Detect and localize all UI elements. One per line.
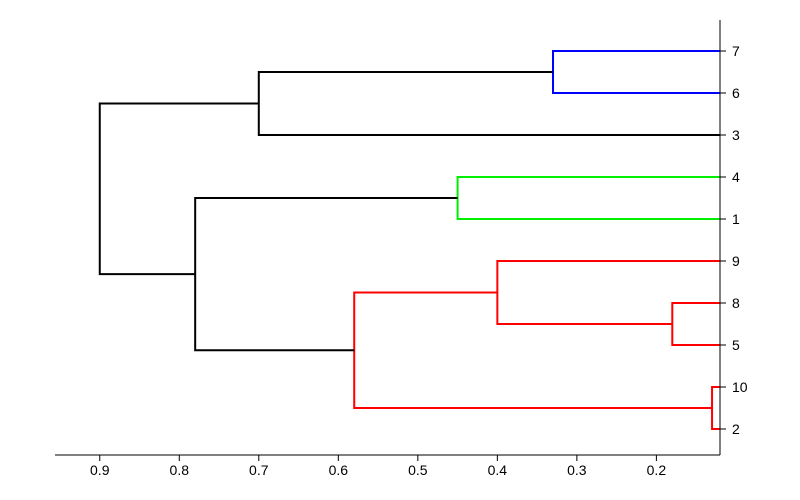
dendro-link <box>553 51 720 93</box>
dendro-link <box>672 303 720 345</box>
x-tick-label: 0.2 <box>647 462 667 478</box>
axes: 0.9 0.8 0.7 0.6 0.5 0.4 0.3 0.2 7 6 3 4 1 9 8 5 10 2 <box>55 20 748 478</box>
x-tick-label: 0.5 <box>408 462 428 478</box>
leaf-label: 1 <box>732 211 740 227</box>
dendro-link <box>195 198 457 350</box>
leaf-label: 6 <box>732 85 740 101</box>
x-tick-label: 0.3 <box>567 462 587 478</box>
leaf-label: 9 <box>732 253 740 269</box>
leaf-label: 7 <box>732 43 740 59</box>
leaf-label: 2 <box>732 421 740 437</box>
x-tick-label: 0.4 <box>488 462 508 478</box>
plot-area <box>100 51 720 429</box>
dendro-link <box>458 177 720 219</box>
x-tick-label: 0.8 <box>170 462 190 478</box>
leaf-label: 5 <box>732 337 740 353</box>
dendro-link <box>497 261 720 324</box>
dendro-link <box>259 72 720 135</box>
leaf-label: 8 <box>732 295 740 311</box>
x-tick-label: 0.7 <box>249 462 269 478</box>
dendro-link <box>712 387 720 429</box>
leaf-label: 4 <box>732 169 740 185</box>
dendro-link <box>354 293 712 409</box>
x-tick-label: 0.6 <box>329 462 349 478</box>
x-tick-label: 0.9 <box>90 462 110 478</box>
leaf-label: 3 <box>732 127 740 143</box>
leaf-label: 10 <box>732 379 748 395</box>
dendrogram-plot: 0.9 0.8 0.7 0.6 0.5 0.4 0.3 0.2 7 6 3 4 1 9 8 5 10 2 <box>0 0 800 500</box>
dendro-link <box>100 104 259 275</box>
